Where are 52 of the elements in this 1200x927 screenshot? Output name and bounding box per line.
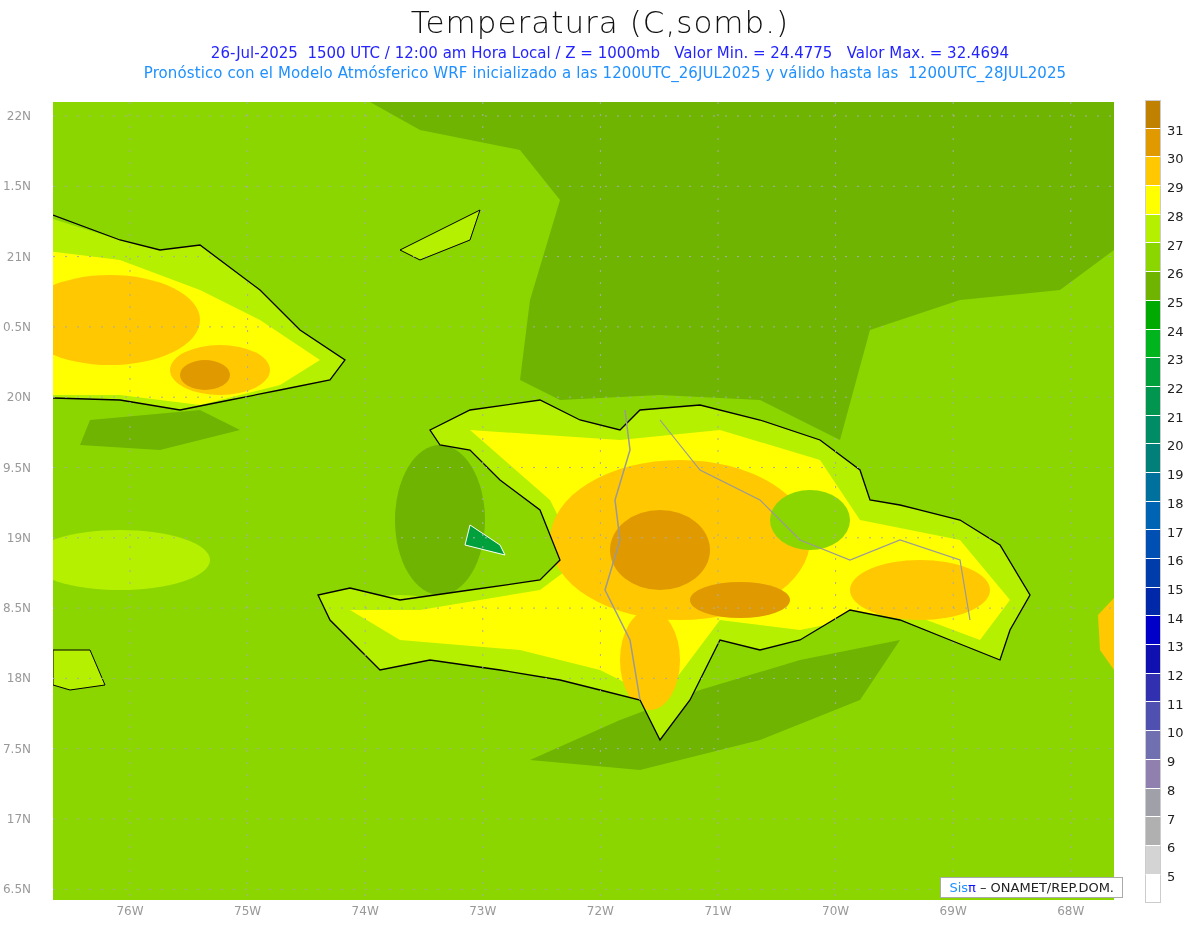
scale-label: 14: [1167, 610, 1184, 626]
scale-label: 8: [1167, 782, 1176, 798]
chart-description: Pronóstico con el Modelo Atmósferico WRF inicializado a las 1200UTC_26JUL2025 y válido hasta las 1200UTC_28JUL2025: [143, 64, 1067, 82]
scale-label: 16: [1167, 552, 1184, 568]
scale-label: 28: [1167, 208, 1184, 224]
latitude-label: 7.5N: [2, 741, 31, 756]
longitude-label: 76W: [116, 904, 144, 918]
scale-label: 13: [1167, 638, 1184, 654]
scale-label: 24: [1167, 323, 1184, 339]
scale-label: 12: [1167, 667, 1184, 683]
scale-label: 20: [1167, 437, 1184, 453]
scale-label: 25: [1167, 294, 1184, 310]
scale-label: 6: [1167, 839, 1176, 855]
latitude-label: 9.5N: [2, 460, 31, 475]
latitude-label: 8.5N: [2, 601, 31, 616]
scale-label: 9: [1167, 753, 1176, 769]
credit-label: Sisπ – ONAMET/REP.DOM.: [940, 877, 1123, 898]
longitude-label: 75W: [234, 904, 262, 918]
chart-subtitle: 26-Jul-2025 1500 UTC / 12:00 am Hora Local / Z = 1000mb Valor Min. = 24.4775 Valor Max. = 32.4694: [210, 44, 1010, 62]
longitude-label: 74W: [351, 904, 379, 918]
latitude-label: 1.5N: [2, 179, 31, 194]
latitude-label: 22N: [6, 109, 31, 123]
scale-label: 29: [1167, 179, 1184, 195]
scale-label: 26: [1167, 265, 1184, 281]
scale-label: 19: [1167, 466, 1184, 482]
latitude-label: 6.5N: [2, 882, 31, 897]
scale-label: 27: [1167, 237, 1184, 252]
scale-label: 15: [1167, 581, 1184, 597]
latitude-label: 0.5N: [2, 319, 31, 334]
latitude-label: 20N: [6, 390, 31, 405]
scale-label: 23: [1167, 351, 1184, 367]
latitude-label: 18N: [6, 671, 31, 686]
scale-label: 11: [1167, 696, 1184, 712]
scale-label: 17: [1167, 524, 1184, 539]
scale-label: 5: [1167, 868, 1176, 884]
latitude-label: 19N: [6, 530, 31, 545]
longitude-label: 70W: [822, 904, 850, 918]
scale-label: 22: [1167, 380, 1184, 396]
longitude-label: 71W: [704, 904, 732, 918]
scale-label: 30: [1167, 150, 1184, 166]
latitude-label: 21N: [6, 249, 31, 264]
chart-title: Temperatura (C,somb.): [410, 4, 790, 40]
scale-label: 7: [1167, 811, 1176, 826]
longitude-label: 73W: [469, 904, 497, 918]
scale-label: 31: [1167, 122, 1184, 138]
scale-label: 21: [1167, 409, 1184, 425]
scale-label: 18: [1167, 495, 1184, 511]
latitude-label: 17N: [6, 812, 31, 826]
longitude-label: 68W: [1057, 904, 1085, 918]
scale-label: 10: [1167, 724, 1184, 740]
longitude-label: 72W: [586, 904, 614, 918]
longitude-label: 69W: [939, 904, 967, 918]
